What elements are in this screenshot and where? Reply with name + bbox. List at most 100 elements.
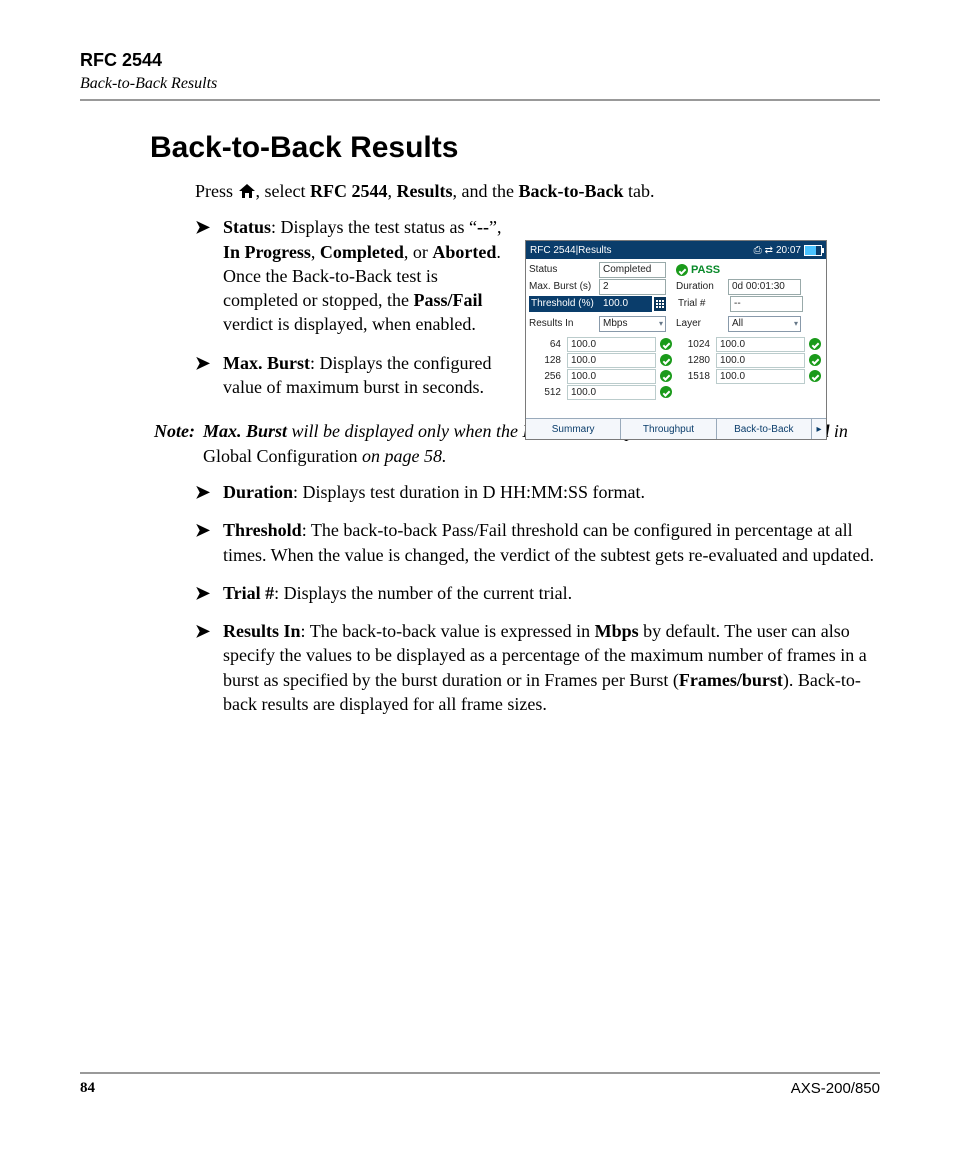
term-trial: Trial #: [223, 583, 274, 603]
intro-post: tab.: [624, 181, 655, 201]
t: verdict is displayed, when enabled.: [223, 314, 476, 334]
tab-scroll-right[interactable]: ▸: [812, 419, 826, 439]
t: : Displays test duration in D HH:MM:SS f…: [293, 482, 645, 502]
section-title: Back-to-Back Results: [150, 131, 880, 165]
lbl-duration: Duration: [676, 281, 728, 292]
result-row: 256100.0: [531, 368, 672, 384]
intro-sep1: ,: [388, 181, 397, 201]
lbl-resultsin: Results In: [529, 318, 599, 329]
device-time: 20:07: [776, 245, 801, 256]
page-header-title: RFC 2544: [80, 50, 880, 71]
result-value[interactable]: 100.0: [716, 337, 805, 352]
bullet-trial: ➤ Trial #: Displays the number of the cu…: [195, 581, 880, 605]
header-rule: [80, 99, 880, 101]
tab-summary[interactable]: Summary: [526, 419, 621, 439]
bullet-duration: ➤ Duration: Displays test duration in D …: [195, 480, 880, 504]
lbl-status: Status: [529, 264, 599, 275]
term-duration: Duration: [223, 482, 293, 502]
t: ”,: [489, 217, 502, 237]
intro-tab: Back-to-Back: [519, 181, 624, 201]
lbl-layer: Layer: [676, 318, 728, 329]
tab-back-to-back[interactable]: Back-to-Back: [717, 419, 812, 439]
chevron-down-icon: ▾: [659, 319, 663, 328]
check-icon: [809, 338, 821, 350]
bullet-resultsin: ➤ Results In: The back-to-back value is …: [195, 619, 880, 716]
network-icon: ⇄: [765, 245, 773, 256]
term-maxburst: Max. Burst: [223, 353, 310, 373]
val-duration[interactable]: 0d 00:01:30: [728, 279, 801, 295]
result-row: 64100.0: [531, 336, 672, 352]
check-icon: [660, 370, 672, 382]
intro-sep2: , and the: [453, 181, 519, 201]
page-header-subtitle: Back-to-Back Results: [80, 75, 880, 93]
t: Completed: [320, 242, 404, 262]
term-status: Status: [223, 217, 271, 237]
intro-line: Press , select RFC 2544, Results, and th…: [195, 179, 880, 205]
device-tabs: Summary Throughput Back-to-Back ▸: [526, 418, 826, 439]
result-value[interactable]: 100.0: [567, 337, 656, 352]
term-resultsin: Results In: [223, 621, 301, 641]
check-icon: [809, 370, 821, 382]
note-t3: in: [829, 421, 848, 441]
t: ,: [311, 242, 320, 262]
note-t1: will be displayed only when the: [287, 421, 522, 441]
result-value[interactable]: 100.0: [716, 369, 805, 384]
bullet-threshold: ➤ Threshold: The back-to-back Pass/Fail …: [195, 518, 880, 567]
val-maxburst[interactable]: 2: [599, 279, 666, 295]
result-value[interactable]: 100.0: [567, 369, 656, 384]
page-number: 84: [80, 1080, 95, 1097]
t: --: [477, 217, 489, 237]
bullet-arrow-icon: ➤: [195, 619, 223, 716]
lbl-maxburst: Max. Burst (s): [529, 281, 599, 292]
bullet-arrow-icon: ➤: [195, 215, 223, 336]
result-value[interactable]: 100.0: [716, 353, 805, 368]
result-value[interactable]: 100.0: [567, 353, 656, 368]
bullet-arrow-icon: ➤: [195, 351, 223, 400]
bullet-maxburst: ➤ Max. Burst: Displays the configured va…: [195, 351, 515, 400]
device-titlebar: RFC 2544|Results ⎙ ⇄ 20:07: [526, 241, 826, 259]
t: : Displays the test status as “: [271, 217, 477, 237]
t: In Progress: [223, 242, 311, 262]
note-t4: on page 58.: [357, 446, 446, 466]
dd-layer-val: All: [732, 318, 743, 329]
check-icon: [660, 338, 672, 350]
footer-rule: [80, 1072, 880, 1074]
bullet-arrow-icon: ➤: [195, 581, 223, 605]
t: , or: [404, 242, 433, 262]
val-threshold[interactable]: 100.0: [599, 296, 652, 312]
result-row: 1024100.0: [680, 336, 821, 352]
lbl-trial: Trial #: [676, 296, 730, 312]
check-icon: [676, 264, 688, 276]
device-screenshot: RFC 2544|Results ⎙ ⇄ 20:07 Status Comple…: [525, 240, 827, 440]
keypad-icon[interactable]: [654, 297, 666, 311]
bullet-arrow-icon: ➤: [195, 480, 223, 504]
val-trial[interactable]: --: [730, 296, 803, 312]
page-footer: 84 AXS-200/850: [80, 1072, 880, 1097]
intro-pre: Press: [195, 181, 238, 201]
frame-size: 64: [531, 339, 567, 350]
val-status[interactable]: Completed: [599, 262, 666, 278]
dd-layer[interactable]: All ▾: [728, 316, 801, 332]
product-name: AXS-200/850: [791, 1080, 880, 1097]
battery-icon: [804, 245, 822, 256]
result-row: 128100.0: [531, 352, 672, 368]
chevron-down-icon: ▾: [794, 319, 798, 328]
check-icon: [809, 354, 821, 366]
check-icon: [660, 386, 672, 398]
result-value[interactable]: 100.0: [567, 385, 656, 400]
t: : The back-to-back Pass/Fail threshold c…: [223, 520, 874, 564]
result-row: 1518100.0: [680, 368, 821, 384]
frame-size: 512: [531, 387, 567, 398]
device-title: RFC 2544|Results: [530, 245, 612, 256]
intro-rfc: RFC 2544: [310, 181, 388, 201]
lbl-threshold[interactable]: Threshold (%): [529, 296, 599, 312]
bullet-arrow-icon: ➤: [195, 518, 223, 567]
t: Pass/Fail: [413, 290, 482, 310]
frame-size: 1518: [680, 371, 716, 382]
result-row: 512100.0: [531, 384, 672, 400]
tab-throughput[interactable]: Throughput: [621, 419, 716, 439]
printer-icon: ⎙: [754, 245, 762, 256]
dd-resultsin[interactable]: Mbps ▾: [599, 316, 666, 332]
t: Mbps: [595, 621, 639, 641]
dd-resultsin-val: Mbps: [603, 318, 627, 329]
